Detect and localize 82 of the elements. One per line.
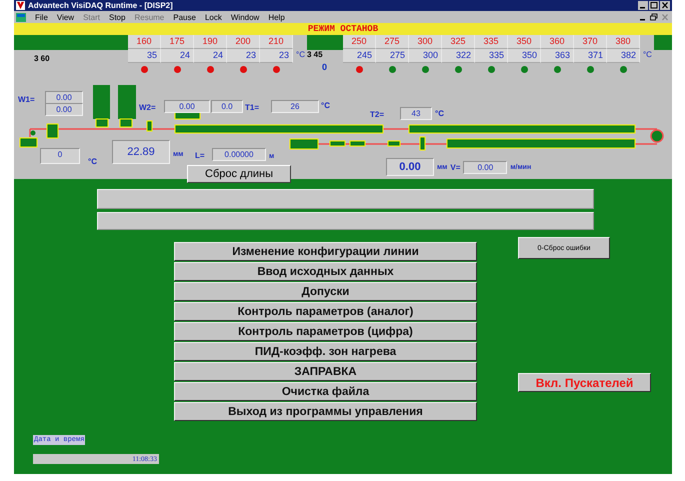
zone-block	[306, 35, 343, 50]
setpoint-value: 175	[161, 35, 194, 49]
window-title: Advantech VisiDAQ Runtime - [DISP2]	[28, 1, 173, 10]
menu-item[interactable]: Pause	[173, 12, 196, 22]
actual-value: 24	[194, 49, 227, 63]
unit-label: °C	[642, 50, 652, 61]
menu-button[interactable]: Выход из программы управления	[174, 402, 477, 421]
field-label: L=	[195, 151, 205, 160]
unit-label: °C	[88, 157, 97, 166]
zone-group-reading: 0	[322, 62, 327, 72]
restore-icon[interactable]	[649, 12, 659, 22]
actual-value: 275	[376, 49, 409, 63]
value-field: 26	[271, 100, 319, 113]
menu-item[interactable]: Lock	[204, 12, 222, 22]
menu-button[interactable]: Очистка файла	[174, 382, 477, 401]
value-field: 0.00	[164, 100, 210, 113]
setpoint-value: 210	[260, 35, 293, 49]
menu-button[interactable]: Контроль параметров (цифра)	[174, 322, 477, 341]
menu-button[interactable]: Изменение конфигурации линии	[174, 242, 477, 261]
actual-value: 322	[442, 49, 475, 63]
menu-button[interactable]: ЗАПРАВКА	[174, 362, 477, 381]
minimize-icon[interactable]	[638, 1, 648, 10]
value-field: 0	[40, 148, 80, 164]
actual-value: 300	[408, 49, 442, 63]
menu-button[interactable]: Контроль параметров (аналог)	[174, 302, 477, 321]
dryer-drawing	[93, 85, 136, 128]
value-field: 22.89	[112, 140, 170, 164]
setpoint-value: 190	[194, 35, 227, 49]
setpoint-value: 360	[540, 35, 574, 49]
app-icon	[16, 1, 25, 10]
value-field: 0.00	[463, 160, 508, 174]
setpoint-value: 370	[574, 35, 607, 49]
actual-value: 23	[227, 49, 260, 63]
zone-group-label: 3 60	[34, 54, 50, 63]
unit-label: °C	[321, 101, 330, 110]
actual-value: 245	[342, 49, 376, 63]
setpoint-value: 250	[342, 35, 376, 49]
actual-value: 23	[260, 49, 293, 63]
document-icon[interactable]	[16, 12, 26, 22]
field-label: W2=	[139, 103, 156, 112]
field-label: W1=	[18, 95, 35, 104]
actual-value: 350	[508, 49, 541, 63]
zone-block	[654, 35, 672, 50]
actual-value: 335	[474, 49, 508, 63]
value-field: 0.00	[45, 91, 83, 104]
close-icon[interactable]	[660, 1, 670, 10]
menu-button[interactable]: ПИД-коэфф. зон нагрева	[174, 342, 477, 361]
value-field: 0.00000	[212, 148, 266, 161]
menu-button[interactable]: Допуски	[174, 282, 477, 301]
actual-value: 371	[574, 49, 607, 63]
setpoint-value: 335	[474, 35, 508, 49]
field-label: T2=	[370, 110, 384, 119]
menu-item[interactable]: Window	[230, 12, 260, 22]
unit-label: °C	[296, 50, 305, 61]
mode-banner: РЕЖИМ ОСТАНОВ	[14, 23, 672, 35]
field-label: V=	[450, 162, 460, 172]
actual-value: 382	[606, 49, 640, 63]
unit-label: °C	[435, 109, 444, 118]
reset-length-button[interactable]: Сброс длины	[187, 165, 291, 183]
menu-item[interactable]: Help	[268, 12, 285, 22]
field-label: T1=	[245, 103, 260, 112]
value-field: 0.00	[386, 158, 434, 176]
zone-group-label: 3 45	[306, 50, 323, 59]
menu-item[interactable]: View	[56, 12, 74, 22]
setpoint-value: 350	[508, 35, 541, 49]
value-field: 0.00	[45, 103, 83, 116]
setpoint-value: 275	[376, 35, 409, 49]
maximize-icon[interactable]	[649, 1, 659, 10]
value-field: 43	[400, 107, 432, 120]
menu-item[interactable]: File	[35, 12, 48, 22]
setpoint-value: 160	[128, 35, 161, 49]
line-start-drawing	[20, 124, 58, 148]
actual-value: 35	[128, 49, 161, 63]
menu-button[interactable]: Ввод исходных данных	[174, 262, 477, 281]
setpoint-value: 300	[408, 35, 442, 49]
value-field: 0.0	[211, 100, 243, 113]
actual-value: 363	[540, 49, 574, 63]
setpoint-value: 325	[442, 35, 475, 49]
menu-item[interactable]: Stop	[109, 12, 126, 22]
actual-value: 24	[161, 49, 194, 63]
setpoint-value: 200	[227, 35, 260, 49]
setpoint-value: 380	[606, 35, 640, 49]
